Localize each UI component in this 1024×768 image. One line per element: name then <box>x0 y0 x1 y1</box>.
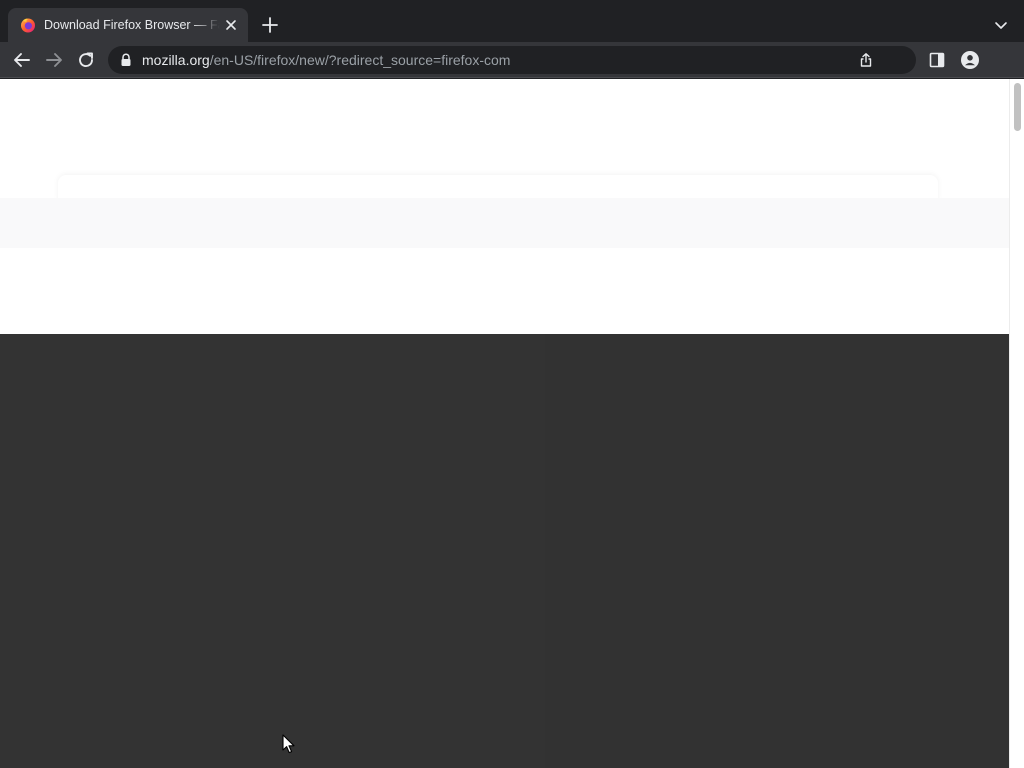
scrollbar-thumb[interactable] <box>1014 83 1021 131</box>
tab-strip: Download Firefox Browser — Fast, Private… <box>0 0 1024 42</box>
close-icon[interactable] <box>223 17 239 33</box>
url-path: /en-US/firefox/new/?redirect_source=fire… <box>209 52 511 68</box>
profile-icon[interactable] <box>960 50 980 70</box>
lock-icon[interactable] <box>120 53 132 67</box>
browser-toolbar: mozilla.org/en-US/firefox/new/?redirect_… <box>0 42 1024 78</box>
arrow-left-icon[interactable] <box>10 48 34 72</box>
url-host: mozilla.org <box>142 52 210 68</box>
reload-icon[interactable] <box>74 48 98 72</box>
address-bar[interactable]: mozilla.org/en-US/firefox/new/?redirect_… <box>108 46 916 74</box>
arrow-right-icon[interactable] <box>42 48 66 72</box>
browser-tab[interactable]: Download Firefox Browser — Fast, Private… <box>8 8 248 42</box>
vertical-scrollbar[interactable] <box>1009 79 1024 768</box>
page-dark-section <box>0 334 1009 768</box>
plus-icon[interactable] <box>259 14 281 36</box>
chevron-down-icon[interactable] <box>992 16 1010 34</box>
page-viewport <box>0 79 1024 768</box>
firefox-icon <box>20 17 36 33</box>
page-dark-shade <box>520 334 1009 768</box>
share-icon[interactable] <box>858 52 874 68</box>
side-panel-icon[interactable] <box>928 51 946 69</box>
url-text[interactable]: mozilla.org/en-US/firefox/new/?redirect_… <box>142 52 510 68</box>
mouse-cursor-icon <box>282 734 296 754</box>
tab-title: Download Firefox Browser — Fast, Private… <box>44 18 220 32</box>
page-light-band <box>0 198 1009 248</box>
